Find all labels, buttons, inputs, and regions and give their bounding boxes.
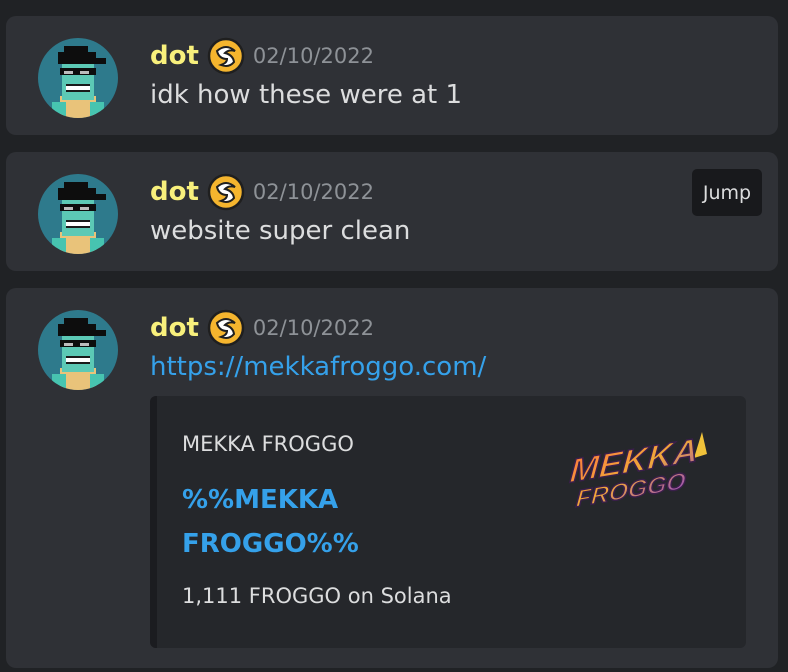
message-text: idk how these were at 1	[150, 80, 463, 110]
orange-swirl-badge-icon	[207, 309, 245, 347]
avatar[interactable]	[38, 38, 118, 118]
message-link[interactable]: https://mekkafroggo.com/	[150, 352, 486, 382]
embed-provider[interactable]: MEKKA FROGGO	[182, 432, 354, 456]
message-card: dot 02/10/2022 website super clean Jump	[6, 152, 778, 271]
timestamp: 02/10/2022	[252, 316, 374, 340]
embed-title[interactable]: %%MEKKA FROGGO%%	[182, 478, 442, 566]
message-header: dot 02/10/2022	[150, 36, 374, 76]
timestamp: 02/10/2022	[252, 180, 374, 204]
message-card: dot 02/10/2022 idk how these were at 1	[6, 16, 778, 135]
username[interactable]: dot	[150, 313, 199, 343]
orange-swirl-badge-icon	[207, 37, 245, 75]
jump-button[interactable]: Jump	[692, 169, 762, 216]
embed-thumbnail[interactable]: MEKKAFROGGO	[552, 428, 714, 520]
username[interactable]: dot	[150, 41, 199, 71]
embed-description: 1,111 FROGGO on Solana	[182, 584, 452, 608]
embed-accent-bar	[150, 396, 157, 648]
avatar[interactable]	[38, 310, 118, 390]
username[interactable]: dot	[150, 177, 199, 207]
message-header: dot 02/10/2022	[150, 308, 374, 348]
message-text: website super clean	[150, 216, 411, 246]
thumbnail-line-1: MEKKAFROGGO	[567, 432, 700, 514]
message-card: dot 02/10/2022 https://mekkafroggo.com/ …	[6, 288, 778, 668]
avatar[interactable]	[38, 174, 118, 254]
link-embed: MEKKA FROGGO %%MEKKA FROGGO%% 1,111 FROG…	[150, 396, 746, 648]
message-header: dot 02/10/2022	[150, 172, 374, 212]
timestamp: 02/10/2022	[252, 44, 374, 68]
orange-swirl-badge-icon	[207, 173, 245, 211]
